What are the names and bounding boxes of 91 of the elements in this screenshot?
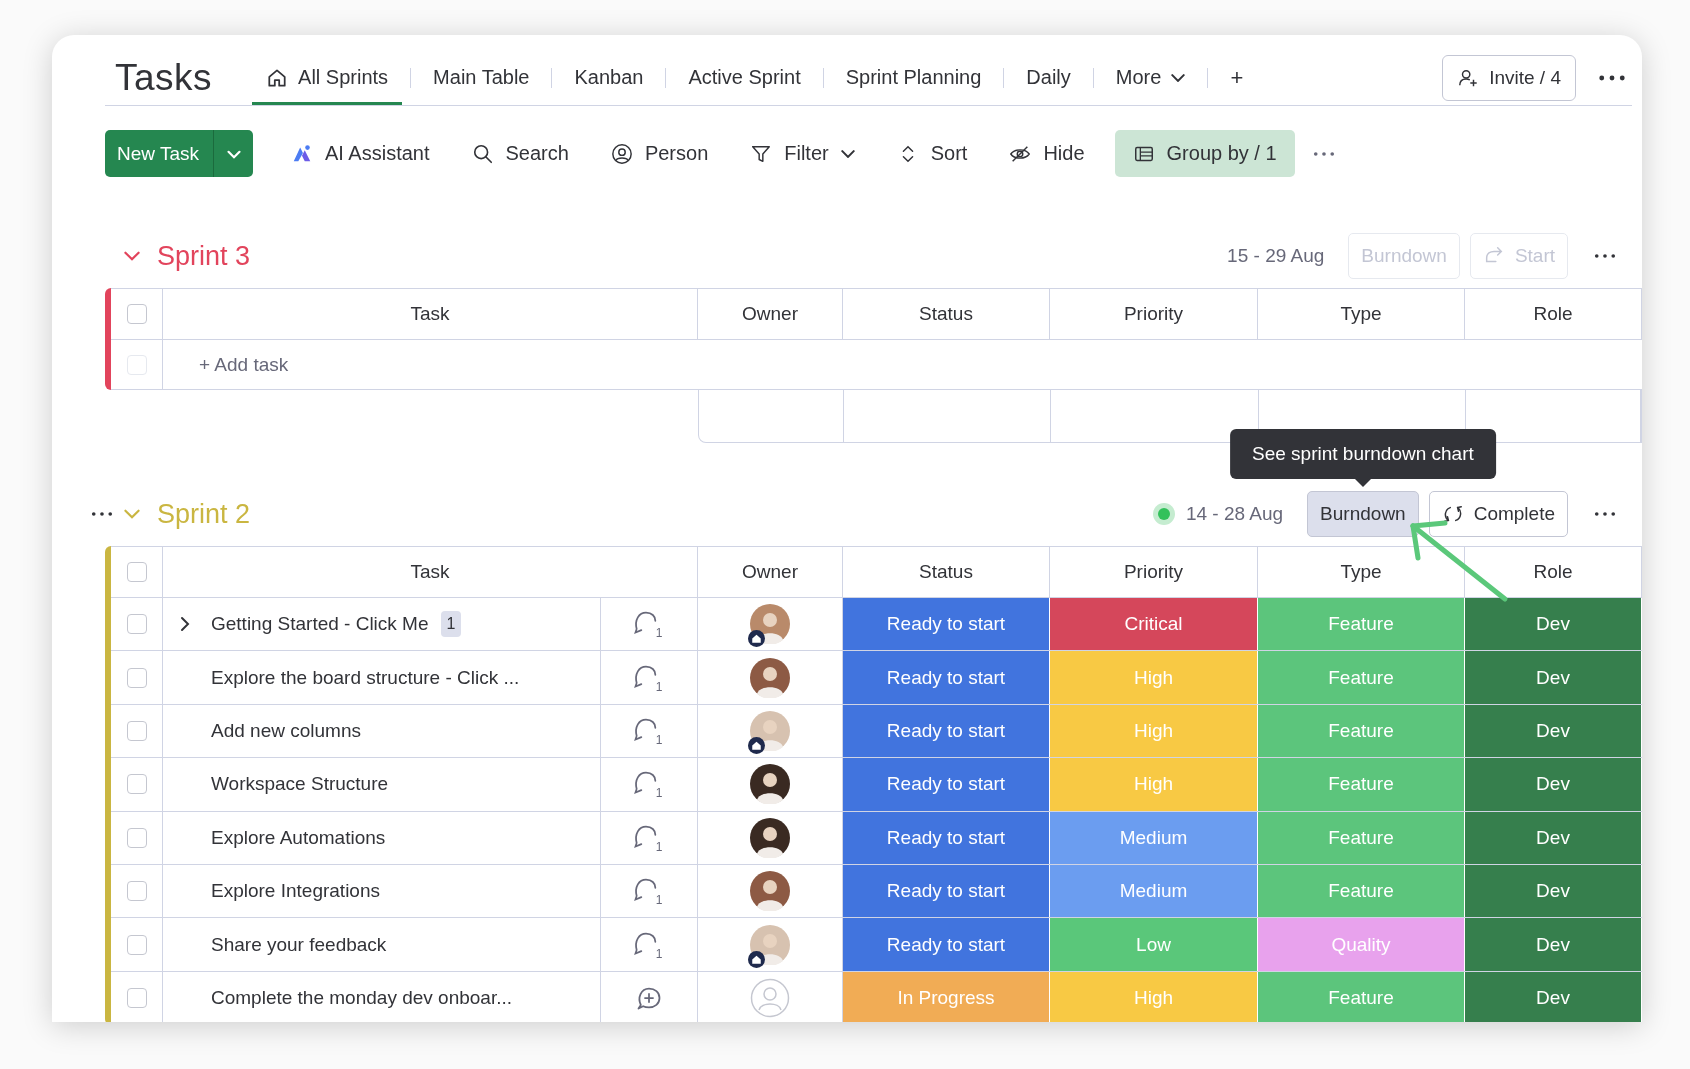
label-cell[interactable]: Ready to start	[843, 811, 1050, 864]
label-cell[interactable]: Dev	[1465, 971, 1642, 1022]
column-header: Role	[1533, 561, 1573, 583]
task-name[interactable]: Explore the board structure - Click ...	[211, 666, 520, 689]
sprint-title: Sprint 3	[157, 240, 251, 272]
column-header: Type	[1340, 303, 1382, 325]
checkbox[interactable]	[126, 667, 147, 688]
column-header: Role	[1533, 303, 1573, 325]
view-tab[interactable]: Active Sprint	[674, 50, 815, 105]
checkbox[interactable]	[126, 614, 147, 635]
person-icon	[610, 142, 633, 165]
subitem-count[interactable]: 1	[440, 611, 462, 638]
column-header: Priority	[1123, 561, 1184, 583]
checkbox[interactable]	[126, 304, 147, 324]
comment-button[interactable]: 1	[632, 768, 666, 801]
more-icon[interactable]	[1598, 73, 1626, 82]
view-tab[interactable]: More	[1101, 50, 1200, 105]
toolbar-button[interactable]: Hide	[997, 130, 1097, 177]
more-icon[interactable]	[1594, 253, 1616, 259]
label-cell[interactable]: Dev	[1465, 758, 1642, 811]
checkbox[interactable]	[126, 774, 147, 795]
toolbar-button[interactable]: AI Assistant	[279, 130, 442, 177]
label-cell[interactable]: Critical	[1050, 598, 1258, 651]
comment-button[interactable]: 1	[632, 608, 666, 641]
comment-button[interactable]: 1	[632, 875, 666, 908]
label-cell[interactable]: Ready to start	[843, 651, 1050, 704]
view-tab[interactable]: All Sprints	[252, 50, 403, 105]
more-icon[interactable]	[91, 511, 113, 517]
column-header: Owner	[742, 561, 798, 583]
task-name[interactable]: Complete the monday dev onboar...	[211, 986, 513, 1009]
invite-button[interactable]: Invite / 4	[1442, 54, 1576, 101]
label-cell[interactable]: Dev	[1465, 918, 1642, 971]
column-header: Owner	[742, 303, 798, 325]
comment-button[interactable]: 1	[632, 821, 666, 854]
avatar[interactable]	[750, 817, 790, 858]
label-cell[interactable]: Dev	[1465, 598, 1642, 651]
view-tab[interactable]: Daily	[1012, 50, 1085, 105]
sprint-dates: 15 - 29 Aug	[1227, 245, 1325, 267]
column-header: Status	[919, 561, 973, 583]
tooltip: See sprint burndown chart	[1230, 429, 1496, 479]
new-task-button[interactable]: New Task	[105, 130, 213, 177]
label-cell[interactable]: Dev	[1465, 811, 1642, 864]
search-icon	[471, 142, 494, 165]
toolbar-button[interactable]: Sort	[884, 130, 980, 177]
view-tab[interactable]: Kanban	[560, 50, 658, 105]
task-name[interactable]: Workspace Structure	[211, 773, 389, 796]
view-tab[interactable]: Sprint Planning	[831, 50, 996, 105]
more-icon[interactable]	[1312, 150, 1335, 157]
label-cell[interactable]: Dev	[1465, 864, 1642, 918]
checkbox[interactable]	[126, 827, 147, 848]
label-cell[interactable]: Dev	[1465, 704, 1642, 758]
new-task-menu-button[interactable]	[213, 130, 253, 177]
column-header: Type	[1340, 561, 1382, 583]
label-cell[interactable]: Ready to start	[843, 704, 1050, 758]
checkbox[interactable]	[126, 987, 147, 1008]
toolbar-button[interactable]: Filter	[738, 130, 867, 177]
task-name[interactable]: Explore Integrations	[211, 880, 380, 903]
checkbox[interactable]	[126, 720, 147, 741]
task-name[interactable]: Add new columns	[211, 719, 361, 742]
sprint-button[interactable]: Complete	[1428, 491, 1568, 537]
column-header: Task	[410, 303, 450, 325]
label-cell[interactable]: Ready to start	[843, 598, 1050, 651]
sprint-dates: 14 - 28 Aug	[1185, 503, 1284, 525]
comment-button[interactable]: 1	[632, 714, 666, 747]
view-tab[interactable]: Main Table	[419, 50, 544, 105]
column-header: Status	[919, 303, 973, 325]
avatar[interactable]	[750, 764, 790, 805]
sprint-title: Sprint 2	[157, 498, 251, 530]
column-header: Priority	[1123, 303, 1184, 325]
checkbox[interactable]	[126, 562, 147, 582]
task-name[interactable]: Explore Automations	[211, 826, 386, 849]
column-header: Task	[410, 561, 450, 583]
comment-button[interactable]: 1	[632, 661, 666, 694]
more-icon[interactable]	[1594, 511, 1616, 517]
task-name[interactable]: Share your feedback	[211, 933, 387, 956]
toolbar-button[interactable]: Person	[598, 130, 721, 177]
toolbar-button[interactable]: Group by / 1	[1114, 130, 1295, 177]
comment-button[interactable]: 1	[632, 928, 666, 961]
checkbox[interactable]	[126, 881, 147, 902]
tooltip-pointer	[1354, 479, 1371, 487]
label-cell[interactable]: Ready to start	[843, 918, 1050, 971]
label-cell[interactable]: Ready to start	[843, 864, 1050, 918]
task-name[interactable]: Getting Started - Click Me	[211, 613, 429, 636]
board-title: Tasks	[115, 56, 213, 99]
sprint-button[interactable]: Burndown	[1307, 491, 1419, 537]
label-cell[interactable]: Ready to start	[843, 758, 1050, 811]
checkbox[interactable]	[126, 934, 147, 955]
add-view-button[interactable]: +	[1216, 50, 1258, 105]
label-cell[interactable]: Dev	[1465, 651, 1642, 704]
add-task-link[interactable]: + Add task	[199, 353, 289, 376]
toolbar-button[interactable]: Search	[459, 130, 581, 177]
